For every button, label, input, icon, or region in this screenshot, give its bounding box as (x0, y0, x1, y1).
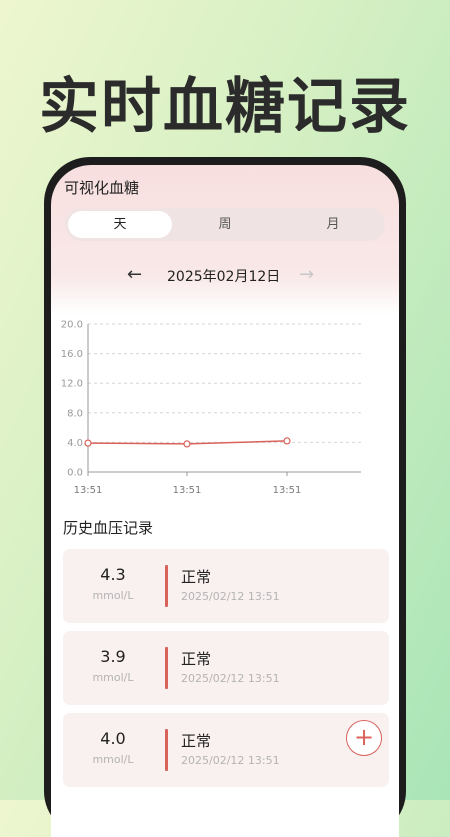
record-unit: mmol/L (92, 589, 134, 602)
tab-day[interactable]: 天 (68, 211, 172, 238)
arrow-left-icon[interactable]: ← (127, 264, 142, 286)
date-navigator: ← 2025年02月12日 → (51, 264, 399, 286)
y-tick-label: 8.0 (67, 408, 83, 419)
record-value: 4.3 (100, 565, 126, 584)
record-time: 2025/02/12 13:51 (181, 672, 280, 685)
history-title: 历史血压记录 (63, 519, 154, 537)
record-unit: mmol/L (92, 753, 134, 766)
y-tick-label: 16.0 (61, 349, 83, 360)
record-time: 2025/02/12 13:51 (181, 754, 280, 767)
glucose-chart: 20.0 16.0 12.0 8.0 4.0 0.0 13:51 13:51 13:51 (61, 320, 361, 496)
y-tick-label: 0.0 (67, 468, 83, 479)
plus-icon: + (353, 723, 375, 751)
app-screen: 可视化血糖 天 周 月 ← 2025年02月12日 → 20.0 16.0 12.0… (51, 165, 399, 837)
y-tick-label: 20.0 (61, 320, 83, 331)
app-title: 可视化血糖 (64, 179, 140, 197)
record-divider (165, 729, 168, 771)
tab-week[interactable]: 周 (173, 211, 277, 238)
record-status: 正常 (181, 732, 212, 750)
x-tick-label: 13:51 (173, 485, 202, 496)
x-tick-label: 13:51 (273, 485, 302, 496)
tab-month[interactable]: 月 (281, 211, 385, 238)
data-point (183, 440, 191, 448)
record-status: 正常 (181, 568, 212, 586)
period-tabs: 天 周 月 (65, 208, 385, 241)
record-value: 4.0 (100, 729, 126, 748)
record-time: 2025/02/12 13:51 (181, 590, 280, 603)
record-divider (165, 565, 168, 607)
y-tick-label: 12.0 (61, 379, 83, 390)
record-status: 正常 (181, 650, 212, 668)
current-date: 2025年02月12日 (167, 269, 281, 285)
data-point (283, 437, 291, 445)
record-card[interactable]: 4.0 mmol/L 正常 2025/02/12 13:51 (63, 713, 389, 787)
record-unit: mmol/L (92, 671, 134, 684)
arrow-right-icon[interactable]: → (299, 264, 314, 286)
record-value: 3.9 (100, 647, 126, 666)
record-card[interactable]: 3.9 mmol/L 正常 2025/02/12 13:51 (63, 631, 389, 705)
phone-frame: 可视化血糖 天 周 月 ← 2025年02月12日 → 20.0 16.0 12.0… (44, 157, 406, 837)
x-tick-label: 13:51 (74, 485, 103, 496)
data-point (84, 439, 92, 447)
add-record-button[interactable]: + (346, 720, 382, 756)
hero-title: 实时血糖记录 (39, 72, 411, 142)
record-card[interactable]: 4.3 mmol/L 正常 2025/02/12 13:51 (63, 549, 389, 623)
y-tick-label: 4.0 (67, 438, 83, 449)
record-divider (165, 647, 168, 689)
